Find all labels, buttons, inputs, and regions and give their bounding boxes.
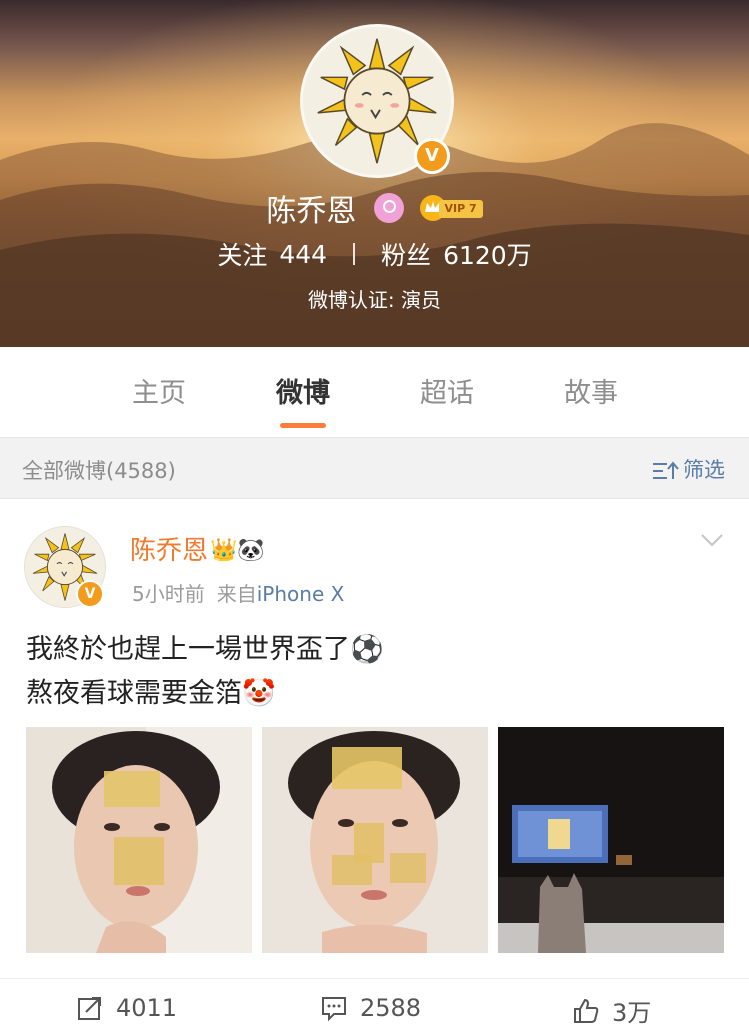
verified-badge-icon: V — [76, 580, 104, 608]
dog-watching-tv-image — [498, 727, 724, 953]
tab-super-topic[interactable]: 超话 — [397, 371, 497, 410]
profile-name-row: 陈乔恩 VIP 7 — [0, 186, 749, 229]
chevron-down-icon[interactable] — [700, 532, 724, 548]
vip-badge[interactable]: VIP 7 — [419, 194, 483, 222]
comment-button[interactable]: 2588 — [320, 993, 421, 1022]
following-count: 444 — [279, 239, 328, 269]
post-photo-3[interactable] — [498, 727, 724, 953]
source-prefix: 来自 — [216, 582, 257, 606]
followers-link[interactable]: 粉丝 6120万 — [381, 238, 532, 270]
profile-tabs: 主页 微博 超话 故事 — [0, 347, 749, 437]
verified-badge-icon: V — [414, 138, 450, 174]
verification-text: 微博认证: 演员 — [307, 288, 442, 312]
post-author-name[interactable]: 陈乔恩👑🐼 — [130, 530, 265, 567]
tab-home[interactable]: 主页 — [109, 371, 209, 410]
filter-icon — [653, 461, 679, 479]
female-gender-icon — [373, 193, 404, 223]
post-actions: 4011 2588 3万 — [0, 978, 749, 1027]
post-photo-1[interactable] — [26, 727, 252, 953]
author-badge-emojis: 👑🐼 — [210, 538, 265, 563]
active-tab-indicator — [280, 423, 326, 428]
filter-bar: 全部微博(4588) 筛选 — [0, 437, 749, 499]
stats-divider — [353, 243, 356, 265]
filter-button[interactable]: 筛选 — [653, 454, 725, 484]
post-meta: 5小时前 来自iPhone X — [132, 578, 344, 607]
profile-name: 陈乔恩 — [266, 194, 357, 229]
thumbs-up-icon — [574, 998, 599, 1023]
all-posts-count: 全部微博(4588) — [22, 459, 176, 483]
tab-stories[interactable]: 故事 — [541, 371, 641, 410]
vip-level-label: VIP 7 — [438, 200, 483, 218]
gold-foil-selfie-image — [26, 727, 252, 953]
follow-stats: 关注 444 粉丝 6120万 — [0, 236, 749, 272]
post-photos — [26, 727, 724, 953]
post-photo-2[interactable] — [262, 727, 488, 953]
followers-count: 6120万 — [443, 241, 532, 270]
post-source[interactable]: iPhone X — [257, 582, 345, 606]
comment-icon — [322, 997, 346, 1022]
gold-foil-selfie-image — [262, 727, 488, 953]
post-text-line-2: 熬夜看球需要金箔🤡 — [26, 678, 276, 709]
post-text: 我終於也趕上一場世界盃了⚽ 熬夜看球需要金箔🤡 — [26, 628, 384, 716]
repost-button[interactable]: 4011 — [76, 993, 177, 1022]
profile-header: V 陈乔恩 VIP 7 关注 444 粉丝 6120万 微博认证: 演员 — [0, 0, 749, 347]
post-text-line-1: 我終於也趕上一場世界盃了⚽ — [26, 634, 384, 665]
following-link[interactable]: 关注 444 — [217, 238, 328, 271]
repost-icon — [78, 997, 101, 1020]
post-time: 5小时前 — [132, 582, 205, 606]
tab-weibo[interactable]: 微博 — [253, 371, 353, 410]
